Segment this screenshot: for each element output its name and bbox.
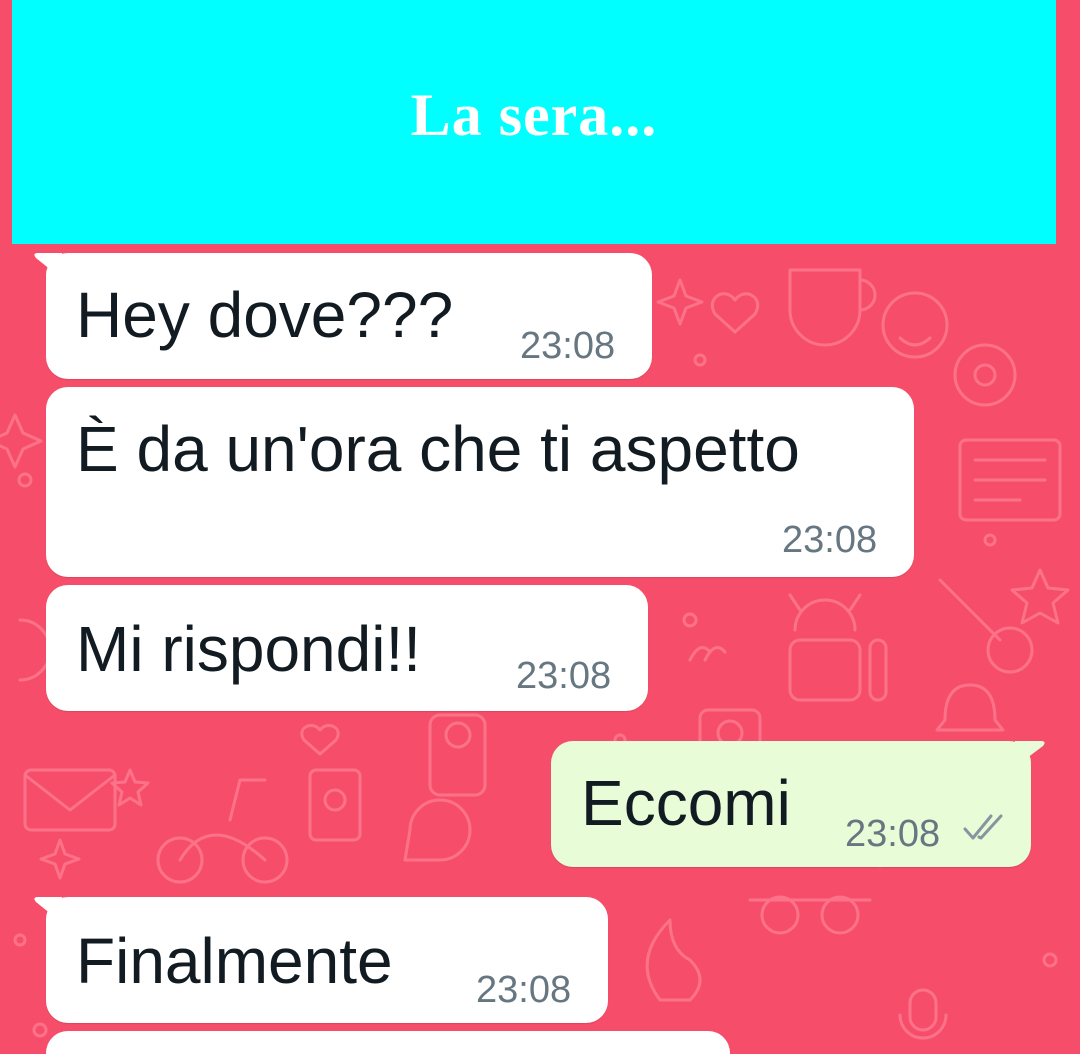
- message-time: 23:08: [520, 325, 616, 367]
- double-check-icon: [963, 814, 1003, 840]
- message-bubble[interactable]: Eccomi 23:08: [551, 741, 1045, 867]
- message-bubble[interactable]: Hey dove??? 23:08: [34, 253, 652, 379]
- banner-title: La sera...: [410, 81, 658, 148]
- message-text: Hey dove???: [76, 279, 454, 351]
- message-bubble[interactable]: Mi rispondi!! 23:08: [46, 585, 648, 711]
- message-text: Eccomi: [581, 767, 791, 839]
- header-banner: La sera...: [12, 0, 1056, 244]
- message-time: 23:08: [845, 813, 941, 855]
- message-bubble[interactable]: Finalmente 23:08: [34, 897, 608, 1023]
- message-text: Finalmente: [76, 925, 393, 997]
- message-text: Mi rispondi!!: [76, 613, 421, 685]
- message-time: 23:08: [516, 655, 612, 697]
- message-time: 23:08: [476, 969, 572, 1011]
- bubble-tail: [34, 897, 62, 923]
- bubble-tail: [1015, 741, 1045, 767]
- message-text: È da un'ora che ti aspetto: [76, 413, 800, 485]
- message-bubble[interactable]: È da un'ora che ti aspetto 23:08: [46, 387, 914, 577]
- message-time: 23:08: [782, 519, 878, 561]
- message-bubble-partial[interactable]: [46, 1031, 730, 1054]
- bubble-tail: [34, 253, 62, 279]
